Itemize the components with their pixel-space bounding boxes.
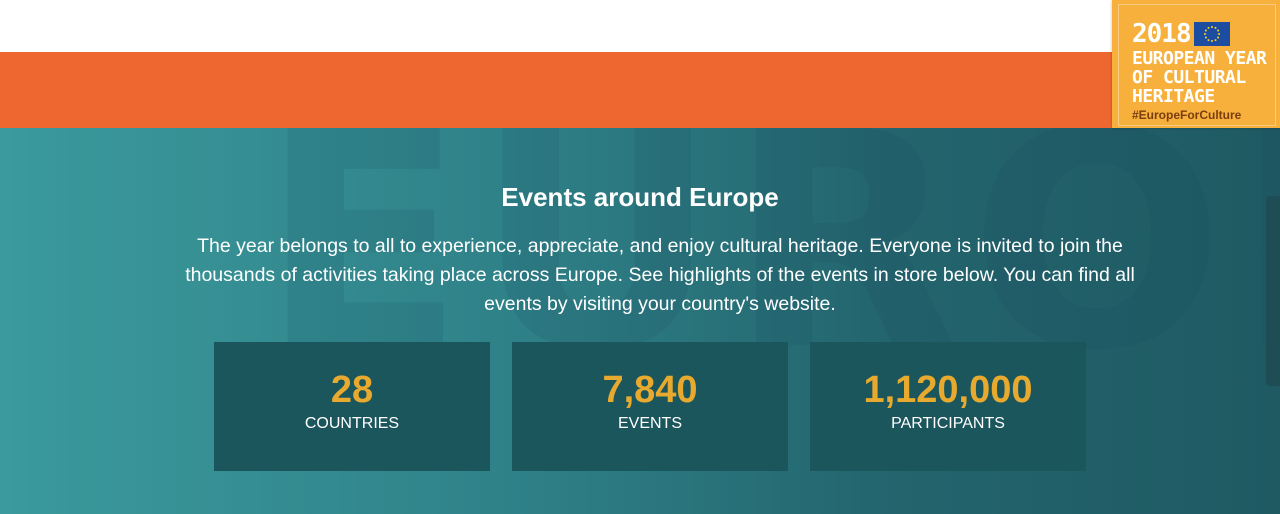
stat-card-countries: 28 COUNTRIES — [214, 342, 490, 471]
badge-line: OF CULTURAL — [1132, 67, 1246, 88]
section-description: The year belongs to all to experience, a… — [185, 235, 1135, 315]
stat-value: 1,120,000 — [863, 369, 1033, 411]
side-edge-tab — [1266, 196, 1280, 386]
stat-label: COUNTRIES — [304, 415, 400, 432]
stat-value: 7,840 — [602, 369, 698, 411]
badge-hashtag: #EuropeForCulture — [1132, 108, 1242, 122]
badge-line: EUROPEAN YEAR — [1132, 48, 1267, 69]
badge-line: HERITAGE — [1132, 86, 1215, 107]
stat-value: 28 — [330, 369, 374, 411]
events-section: EUROPE Events around Europe The year bel… — [0, 128, 1280, 514]
section-title: Events around Europe — [501, 182, 779, 212]
badge-year: 2018 — [1132, 19, 1192, 49]
top-header-bar — [0, 0, 1280, 52]
stat-label: PARTICIPANTS — [891, 415, 1005, 432]
stat-label: EVENTS — [617, 415, 682, 432]
stat-card-participants: 1,120,000 PARTICIPANTS — [810, 342, 1086, 471]
european-year-badge[interactable]: 2018 EUROPEAN YEAR OF CULTURAL HERITAGE … — [1112, 0, 1280, 128]
orange-banner-band — [0, 52, 1280, 128]
stat-card-events: 7,840 EVENTS — [512, 342, 788, 471]
eu-flag-icon — [1194, 22, 1230, 46]
